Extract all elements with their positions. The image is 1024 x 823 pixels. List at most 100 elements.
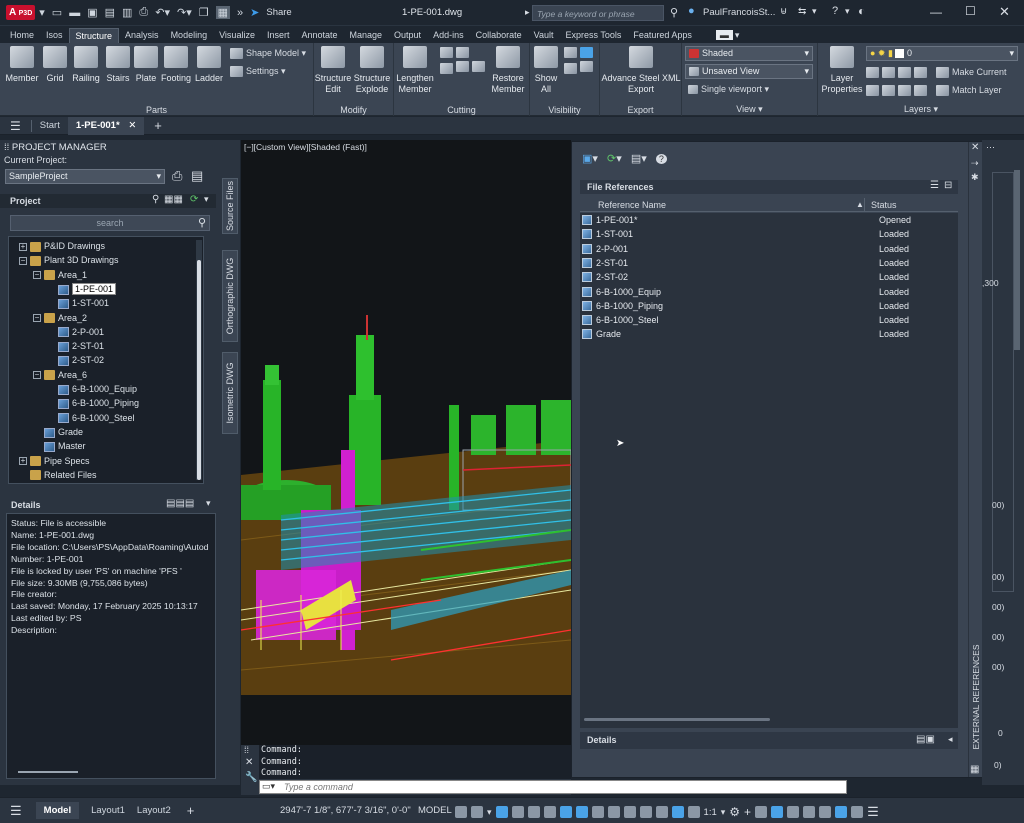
- open-icon[interactable]: ▬: [69, 7, 80, 19]
- help-search-input[interactable]: Type a keyword or phrase: [532, 5, 664, 21]
- tab-isometric-dwg[interactable]: Isometric DWG: [222, 352, 238, 434]
- 3d-osnap-icon[interactable]: [575, 806, 588, 818]
- palette-title-strip[interactable]: ✕ ⇢ ✱ EXTERNAL REFERENCES ▦: [968, 142, 982, 777]
- tree-item[interactable]: 2-P-001: [47, 326, 104, 339]
- new-icon[interactable]: ▭: [52, 6, 62, 19]
- current-project-dropdown[interactable]: SampleProject: [5, 169, 165, 184]
- user-account[interactable]: PaulFrancoisSt...: [703, 7, 775, 18]
- collapse-icon[interactable]: ◂: [948, 734, 953, 745]
- close-icon[interactable]: ✕: [971, 142, 979, 153]
- snap-icon[interactable]: [471, 806, 483, 818]
- polar-icon[interactable]: [511, 806, 524, 818]
- web-icon[interactable]: ▥: [122, 6, 132, 19]
- annotation-scale-icon[interactable]: [687, 806, 700, 818]
- xref-row[interactable]: 1-PE-001* Opened: [580, 213, 956, 227]
- workspace-gear-icon[interactable]: ⚙: [729, 805, 740, 819]
- cut-icon-3[interactable]: [440, 63, 453, 75]
- annotation-monitor-icon[interactable]: +: [744, 805, 751, 819]
- xref-row[interactable]: 2-ST-01 Loaded: [580, 256, 956, 270]
- layer-tool-icon-4[interactable]: [914, 67, 927, 79]
- preview-icon[interactable]: ▤▣: [916, 734, 935, 745]
- restore-member-button[interactable]: Restore Member: [488, 46, 528, 95]
- expand-icon[interactable]: −: [19, 256, 27, 265]
- tab-add-ins[interactable]: Add-ins: [427, 28, 470, 43]
- tree-item[interactable]: 1-PE-001: [47, 282, 117, 296]
- settings-button[interactable]: Settings ▾: [230, 66, 286, 78]
- transparency-icon[interactable]: [607, 806, 620, 818]
- details-scrollbar[interactable]: [18, 771, 78, 773]
- xref-row[interactable]: 2-ST-02 Loaded: [580, 270, 956, 284]
- cart-icon[interactable]: ⊌: [780, 6, 787, 17]
- advance-steel-export-button[interactable]: Advance Steel XML Export: [600, 46, 682, 95]
- tree-item[interactable]: 6-B-1000_Equip: [47, 383, 137, 396]
- more-icon[interactable]: ⋯: [986, 142, 995, 153]
- plate-button[interactable]: Plate: [134, 46, 158, 84]
- panel-title-layers[interactable]: Layers ▾: [818, 104, 1024, 115]
- project-search-input[interactable]: search ⚲: [10, 215, 210, 231]
- tree-item[interactable]: 2-ST-02: [47, 354, 104, 367]
- new-layout-icon[interactable]: +: [187, 803, 195, 818]
- match-layer-button[interactable]: Match Layer: [936, 85, 1002, 97]
- layer-tool-icon-5[interactable]: [866, 85, 879, 97]
- tree-scrollbar[interactable]: [196, 240, 202, 480]
- change-path-icon[interactable]: ▤: [631, 153, 641, 165]
- selection-cycling-icon[interactable]: [623, 806, 636, 818]
- dropdown-icon[interactable]: ▾: [39, 6, 45, 19]
- cut-icon-4[interactable]: [456, 60, 469, 72]
- tab-modeling[interactable]: Modeling: [165, 28, 214, 43]
- hamburger-icon[interactable]: ☰: [10, 803, 22, 819]
- attach-dropdown-icon[interactable]: ▾: [592, 153, 598, 165]
- properties-icon[interactable]: ✱: [971, 172, 979, 183]
- hamburger-icon[interactable]: ☰: [10, 119, 21, 133]
- cut-icon-2[interactable]: [456, 47, 469, 59]
- details-menu-icon[interactable]: ▾: [206, 498, 211, 509]
- details-tools-icon[interactable]: ▤▤▤: [166, 498, 194, 509]
- minimize-icon[interactable]: —: [930, 5, 942, 19]
- tree-view-icon[interactable]: ⊟: [944, 180, 952, 191]
- layer-dropdown[interactable]: ● ✹ ▮ 0: [866, 46, 1018, 61]
- list-view-icon[interactable]: ☰: [930, 180, 939, 191]
- tab-vault[interactable]: Vault: [528, 28, 560, 43]
- attach-icon[interactable]: ▣: [582, 153, 592, 165]
- tree-item[interactable]: 2-ST-01: [47, 340, 104, 353]
- layer-properties-button[interactable]: Layer Properties: [820, 46, 864, 95]
- osnap-icon[interactable]: [559, 806, 572, 818]
- project-tools-icon[interactable]: ▦▦: [164, 194, 183, 205]
- tree-item[interactable]: + P&ID Drawings: [19, 240, 105, 253]
- snap-dropdown-icon[interactable]: ▾: [487, 807, 492, 818]
- clipboard-icon[interactable]: ▦: [215, 6, 231, 19]
- share-button[interactable]: Share: [266, 7, 291, 18]
- tab-output[interactable]: Output: [388, 28, 427, 43]
- xref-scrollbar[interactable]: [584, 718, 770, 721]
- project-menu-icon[interactable]: ▾: [204, 194, 209, 205]
- layout-tab-model[interactable]: Model: [35, 802, 80, 819]
- tab-collaborate[interactable]: Collaborate: [470, 28, 528, 43]
- drawing-scrollbar[interactable]: [1014, 170, 1020, 350]
- units-icon[interactable]: [755, 806, 768, 818]
- panel-title-view[interactable]: View ▾: [682, 104, 817, 115]
- column-reference-name[interactable]: Reference Name: [598, 200, 666, 210]
- column-status[interactable]: Status: [871, 200, 897, 210]
- isodraft-icon[interactable]: [527, 806, 540, 818]
- xref-row[interactable]: 2-P-001 Loaded: [580, 242, 956, 256]
- lengthen-member-button[interactable]: Lengthen Member: [394, 46, 436, 95]
- tab-start[interactable]: Start: [32, 117, 68, 135]
- tree-scrollbar-thumb[interactable]: [197, 260, 201, 480]
- share-icon[interactable]: ➤: [250, 6, 259, 19]
- chevron-down-icon[interactable]: ▾: [812, 6, 817, 17]
- help-dropdown-icon[interactable]: ▾: [845, 6, 850, 17]
- zoom-icon[interactable]: ⚲: [152, 194, 159, 205]
- more-icon[interactable]: »: [237, 7, 243, 19]
- publish-icon[interactable]: ▤: [191, 168, 203, 184]
- annotation-visibility-icon[interactable]: [655, 806, 668, 818]
- shape-model-button[interactable]: Shape Model ▾: [230, 48, 306, 60]
- hardware-acceleration-icon[interactable]: [819, 806, 832, 818]
- autohide-icon[interactable]: ⇢: [971, 158, 979, 169]
- ortho-icon[interactable]: [495, 806, 508, 818]
- expand-icon[interactable]: −: [33, 371, 41, 380]
- scale-dropdown-icon[interactable]: ▾: [721, 807, 726, 818]
- cut-icon-1[interactable]: [440, 47, 453, 59]
- toggle-icon[interactable]: [580, 47, 593, 59]
- layout-tab-layout2[interactable]: Layout2: [137, 805, 171, 816]
- search-icon[interactable]: ⚲: [670, 6, 678, 19]
